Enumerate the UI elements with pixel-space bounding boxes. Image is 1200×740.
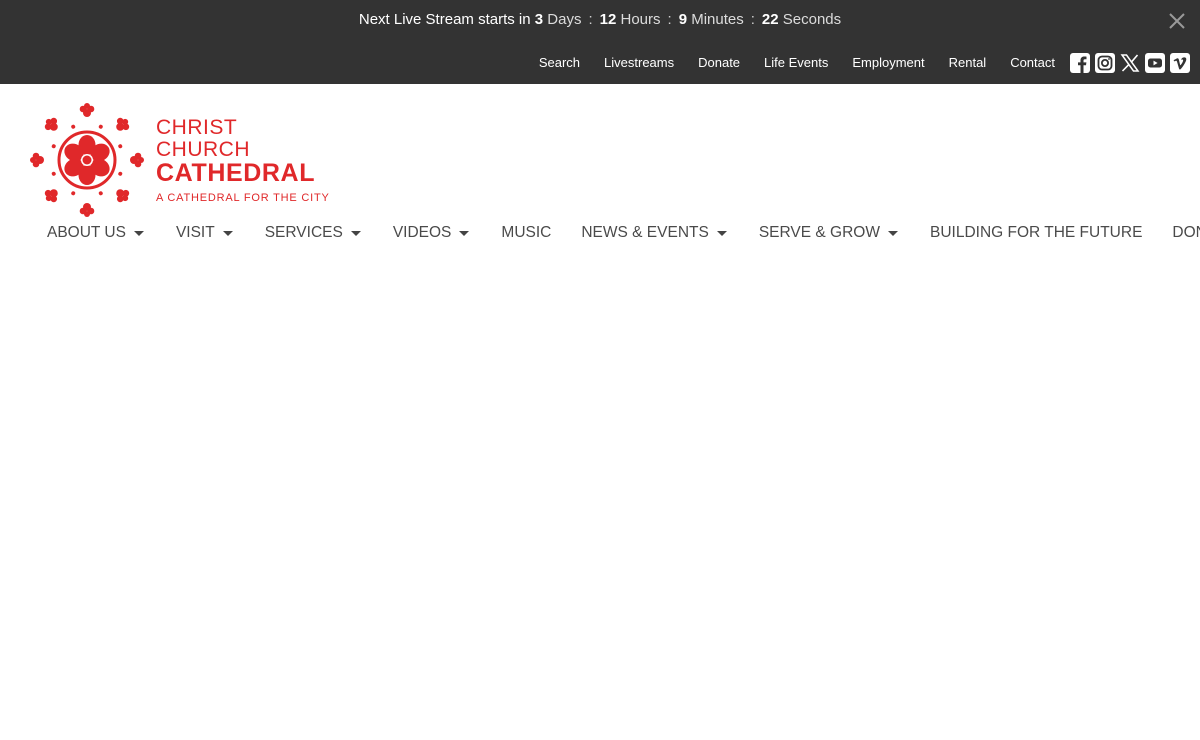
utility-link-donate[interactable]: Donate [698,55,740,70]
nav-item-news-events[interactable]: NEWS & EVENTS [581,222,727,244]
nav-item-services[interactable]: SERVICES [265,222,361,244]
rose-window-logo-icon [30,103,144,217]
nav-label: NEWS & EVENTS [581,224,709,241]
countdown-minutes-label: Minutes [691,11,744,28]
nav-label: VISIT [175,224,215,241]
nav-label: BUILDING FOR THE FUTURE [929,224,1143,241]
utility-link-contact[interactable]: Contact [1010,55,1055,70]
nav-label: SERVICES [264,224,343,241]
nav-item-donate[interactable]: DONATE [1172,222,1200,244]
countdown-days: 3 [534,11,544,28]
utility-link-employment[interactable]: Employment [852,55,924,70]
instagram-icon[interactable] [1095,53,1115,73]
main-nav: ABOUT US VISIT SERVICES VIDEOS MUSIC NEW… [47,222,1200,244]
caret-down-icon [350,230,361,236]
caret-down-icon [887,230,898,236]
nav-item-about-us[interactable]: ABOUT US [47,222,144,244]
logo-line-christ-church: CHRIST CHURCH [156,115,250,161]
logo-tagline: A CATHEDRAL FOR THE CITY [156,191,330,204]
close-icon[interactable] [1168,12,1186,30]
caret-down-icon [716,230,727,236]
logo-wordmark: CHRIST CHURCH CATHEDRAL A CATHEDRAL FOR … [156,115,330,204]
social-links [1070,53,1190,73]
countdown-minutes: 9 [678,11,688,28]
livestream-countdown: Next Live Stream starts in 3 Days:12 Hou… [0,11,1200,28]
countdown-seconds-label: Seconds [782,11,842,28]
utility-link-search[interactable]: Search [539,55,580,70]
nav-item-building-for-the-future[interactable]: BUILDING FOR THE FUTURE [930,222,1142,244]
nav-label: ABOUT US [47,224,126,241]
countdown-separator: : [667,11,672,28]
utility-link-livestreams[interactable]: Livestreams [604,55,674,70]
countdown-hours: 12 [599,11,617,28]
utility-link-life-events[interactable]: Life Events [764,55,828,70]
facebook-icon[interactable] [1070,53,1090,73]
logo-line-cathedral: CATHEDRAL [156,158,316,187]
nav-label: SERVE & GROW [758,224,880,241]
caret-down-icon [222,230,233,236]
utility-link-rental[interactable]: Rental [949,55,987,70]
youtube-icon[interactable] [1145,53,1165,73]
countdown-hours-label: Hours [620,11,661,28]
caret-down-icon [133,230,144,236]
site-logo[interactable]: CHRIST CHURCH CATHEDRAL A CATHEDRAL FOR … [30,103,330,217]
nav-item-videos[interactable]: VIDEOS [393,222,470,244]
countdown-days-label: Days [547,11,582,28]
nav-item-visit[interactable]: VISIT [176,222,233,244]
top-bar: Next Live Stream starts in 3 Days:12 Hou… [0,0,1200,84]
countdown-separator: : [750,11,755,28]
utility-nav: Search Livestreams Donate Life Events Em… [515,55,1055,70]
nav-label: DONATE [1172,224,1200,241]
countdown-separator: : [588,11,593,28]
countdown-seconds: 22 [761,11,779,28]
nav-item-music[interactable]: MUSIC [501,222,551,244]
countdown-lead: Next Live Stream starts in [358,11,531,28]
vimeo-icon[interactable] [1170,53,1190,73]
x-icon[interactable] [1120,53,1140,73]
nav-label: VIDEOS [392,224,452,241]
caret-down-icon [459,230,470,236]
nav-label: MUSIC [501,224,552,241]
nav-item-serve-grow[interactable]: SERVE & GROW [759,222,898,244]
